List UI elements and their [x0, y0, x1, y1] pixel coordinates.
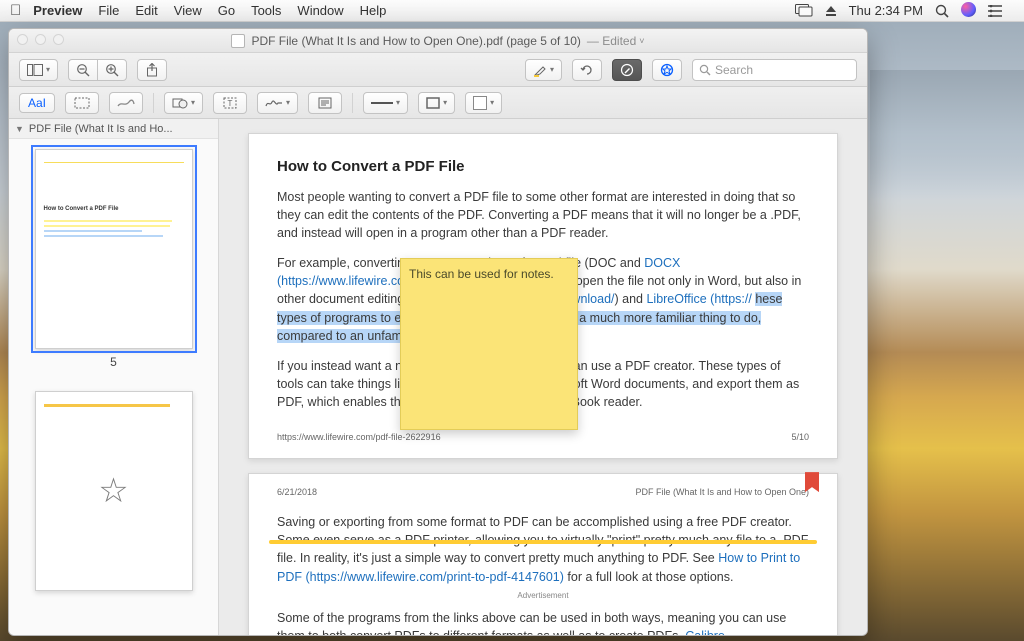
menubar-item-go[interactable]: Go [218, 3, 235, 18]
menubar-item-view[interactable]: View [174, 3, 202, 18]
bookmark-icon[interactable] [805, 472, 819, 492]
star-annotation-icon: ☆ [98, 474, 128, 508]
sidebar-title: PDF File (What It Is and Ho... [29, 123, 173, 135]
minimize-window-button[interactable] [35, 34, 46, 45]
view-mode-button[interactable]: ▾ [19, 59, 58, 81]
eject-icon[interactable] [825, 5, 837, 17]
highlight-button[interactable]: ▾ [525, 59, 562, 81]
rectangular-selection-tool[interactable] [65, 92, 99, 114]
footer-page-indicator: 5/10 [791, 431, 809, 444]
traffic-lights [17, 34, 64, 45]
line-icon [371, 102, 393, 104]
svg-text:T: T [228, 99, 233, 108]
menubar-item-help[interactable]: Help [360, 3, 387, 18]
search-field[interactable]: Search [692, 59, 857, 81]
main-toolbar: ▾ ▾ Search [9, 53, 867, 87]
window-title: PDF File (What It Is and How to Open One… [251, 34, 580, 48]
wallpaper-detail [870, 70, 1024, 200]
border-color-button[interactable]: ▾ [418, 92, 455, 114]
redact-tool[interactable] [109, 92, 143, 114]
notification-center-icon[interactable] [988, 5, 1002, 17]
share-button[interactable] [137, 59, 167, 81]
sticky-note-annotation[interactable]: This can be used for notes. [400, 258, 578, 430]
pdf-page-6: 6/21/2018 PDF File (What It Is and How t… [248, 473, 838, 635]
title-chevron-icon: ˅ [639, 36, 644, 46]
menubar-item-file[interactable]: File [98, 3, 119, 18]
shapes-button[interactable]: ▾ [164, 92, 203, 114]
document-icon [231, 34, 245, 48]
screen-mirror-icon[interactable] [795, 4, 813, 17]
close-window-button[interactable] [17, 34, 28, 45]
sticky-note-text: This can be used for notes. [409, 267, 554, 281]
spotlight-icon[interactable] [935, 4, 949, 18]
text-button[interactable]: T [213, 92, 247, 114]
thumbnail-page-6[interactable]: ☆ [19, 391, 208, 591]
search-placeholder: Search [715, 63, 753, 77]
menubar-item-edit[interactable]: Edit [135, 3, 157, 18]
thumbnail-page-5[interactable]: How to Convert a PDF File 5 [19, 149, 208, 369]
menubar-item-window[interactable]: Window [297, 3, 343, 18]
thumbnail-image: How to Convert a PDF File [35, 149, 193, 349]
page6-head-title: PDF File (What It Is and How to Open One… [635, 486, 809, 499]
apple-menu-icon[interactable]:  [10, 2, 21, 19]
sign-button[interactable]: ▾ [257, 92, 298, 114]
thumbnail-page-number: 5 [19, 355, 208, 369]
link-libreoffice[interactable]: LibreOffice (https:// [646, 292, 751, 306]
line-style-button[interactable]: ▾ [363, 92, 408, 114]
page5-para1: Most people wanting to convert a PDF fil… [277, 188, 809, 242]
page6-para2: Some of the programs from the links abov… [277, 609, 809, 635]
color-swatch-icon [473, 96, 487, 110]
sidebar-header[interactable]: ▼ PDF File (What It Is and Ho... [9, 119, 218, 139]
macos-menubar:  Preview File Edit View Go Tools Window… [0, 0, 1024, 22]
edited-label: — Edited [587, 34, 636, 48]
zoom-out-button[interactable] [68, 59, 97, 81]
disclosure-triangle-icon: ▼ [15, 124, 24, 134]
yellow-underline-annotation [269, 540, 817, 544]
thumbnail-list[interactable]: How to Convert a PDF File 5 ☆ [9, 139, 218, 635]
fill-color-button[interactable]: ▾ [465, 92, 502, 114]
rotate-button[interactable] [572, 59, 602, 81]
window-titlebar: PDF File (What It Is and How to Open One… [9, 29, 867, 53]
toolbar-divider [153, 93, 154, 113]
markup-toolbar: AaI ▾ T ▾ ▾ ▾ ▾ [9, 87, 867, 119]
footer-url: https://www.lifewire.com/pdf-file-262291… [277, 431, 441, 444]
text-selection-tool[interactable]: AaI [19, 93, 55, 113]
thumbnail-image: ☆ [35, 391, 193, 591]
menubar-clock[interactable]: Thu 2:34 PM [849, 3, 923, 18]
form-highlight-button[interactable] [652, 59, 682, 81]
menubar-item-tools[interactable]: Tools [251, 3, 281, 18]
markup-toolbar-button[interactable] [612, 59, 642, 81]
zoom-window-button[interactable] [53, 34, 64, 45]
toolbar-divider [352, 93, 353, 113]
page-heading: How to Convert a PDF File [277, 156, 809, 178]
siri-icon[interactable] [961, 2, 976, 20]
window-title-wrap[interactable]: PDF File (What It Is and How to Open One… [231, 34, 644, 48]
page6-para1: Saving or exporting from some format to … [277, 513, 809, 586]
advertisement-label: Advertisement [277, 590, 809, 602]
page6-date: 6/21/2018 [277, 486, 317, 499]
zoom-in-button[interactable] [97, 59, 127, 81]
menubar-app-name[interactable]: Preview [33, 3, 82, 18]
thumbnail-sidebar: ▼ PDF File (What It Is and Ho... How to … [9, 119, 219, 635]
note-button[interactable] [308, 92, 342, 114]
